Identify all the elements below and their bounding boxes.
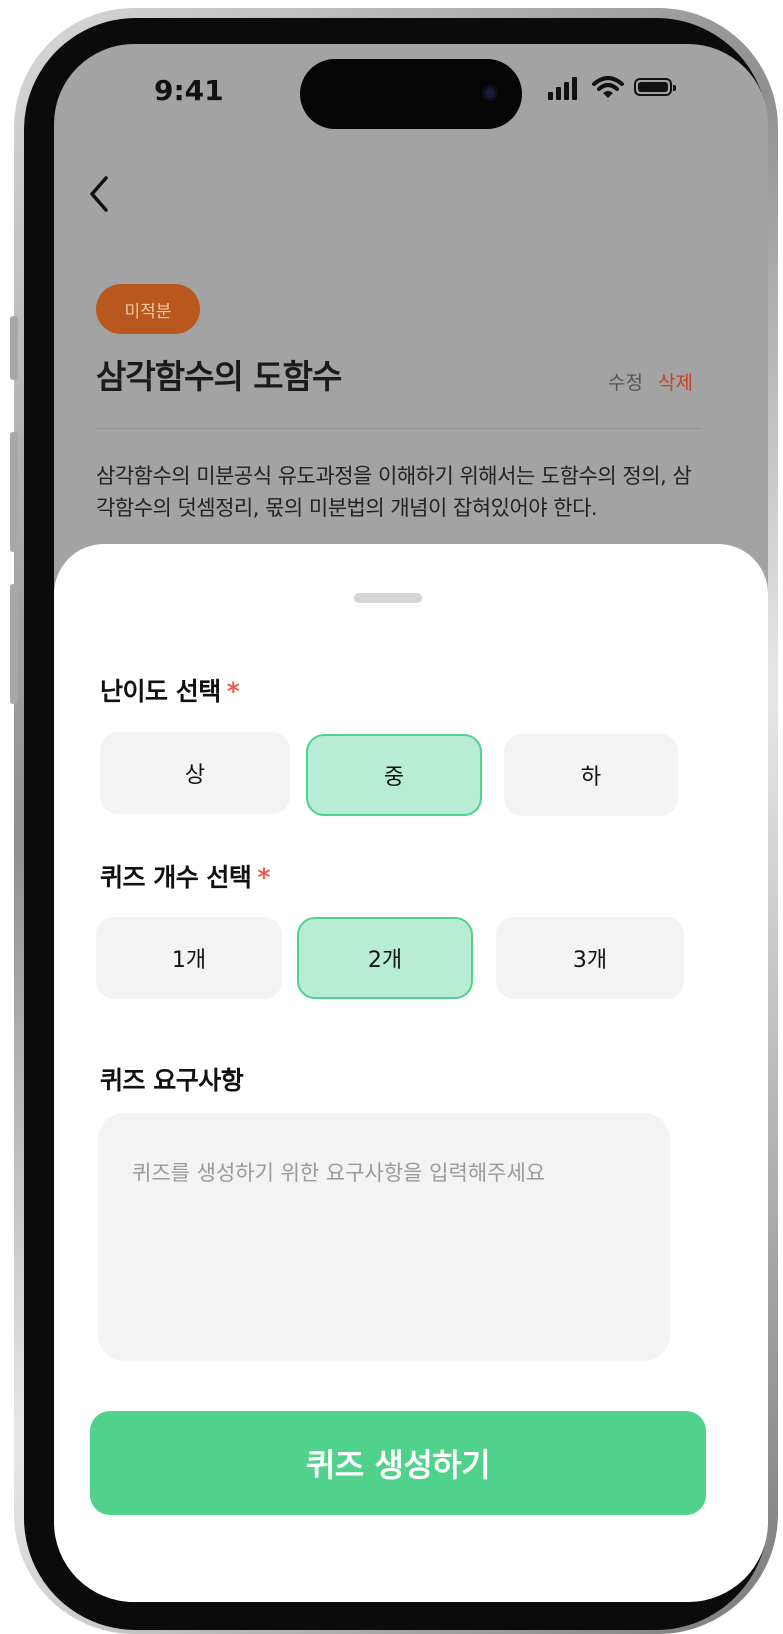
difficulty-option-low[interactable]: 하	[504, 734, 678, 816]
volume-down-button	[10, 584, 18, 704]
quiz-bottom-sheet: 난이도 선택 * 상 중 하 퀴즈 개수 선택 * 1개 2개 3개 퀴즈 요구사항…	[54, 544, 768, 1602]
quiz-count-option-3[interactable]: 3개	[496, 917, 684, 999]
quiz-count-option-2[interactable]: 2개	[297, 917, 473, 999]
status-time: 9:41	[154, 74, 224, 107]
difficulty-option-medium[interactable]: 중	[306, 734, 482, 816]
page-title: 삼각함수의 도함수	[96, 357, 342, 396]
edit-button[interactable]: 수정	[608, 368, 643, 395]
wifi-icon	[592, 76, 624, 98]
difficulty-label: 난이도 선택 *	[100, 672, 240, 708]
category-badge: 미적분	[96, 284, 200, 334]
chevron-left-icon[interactable]	[84, 174, 114, 214]
cellular-signal-icon	[548, 76, 578, 100]
quiz-count-option-1[interactable]: 1개	[96, 917, 282, 999]
action-button	[10, 316, 18, 380]
topic-description: 삼각함수의 미분공식 유도과정을 이해하기 위해서는 도함수의 정의, 삼각함수…	[96, 464, 692, 520]
divider	[96, 428, 702, 429]
requirements-label: 퀴즈 요구사항	[100, 1066, 244, 1095]
camera-icon	[482, 85, 498, 101]
volume-up-button	[10, 432, 18, 552]
requirements-input[interactable]	[98, 1113, 670, 1361]
quiz-count-label: 퀴즈 개수 선택 *	[100, 858, 270, 894]
required-mark: *	[226, 677, 240, 706]
required-mark: *	[257, 863, 270, 892]
battery-icon	[634, 78, 676, 96]
screen: 9:41 미적분 삼각함수의 도함수 수정 삭제 삼각함수의 미분공식 유도과정…	[54, 44, 768, 1602]
quiz-count-label-text: 퀴즈 개수 선택	[100, 863, 252, 892]
generate-quiz-button[interactable]: 퀴즈 생성하기	[90, 1411, 706, 1515]
delete-button[interactable]: 삭제	[658, 368, 693, 395]
difficulty-label-text: 난이도 선택	[100, 677, 221, 706]
dynamic-island	[300, 59, 522, 129]
difficulty-option-high[interactable]: 상	[100, 732, 290, 814]
sheet-drag-handle[interactable]	[354, 593, 422, 603]
